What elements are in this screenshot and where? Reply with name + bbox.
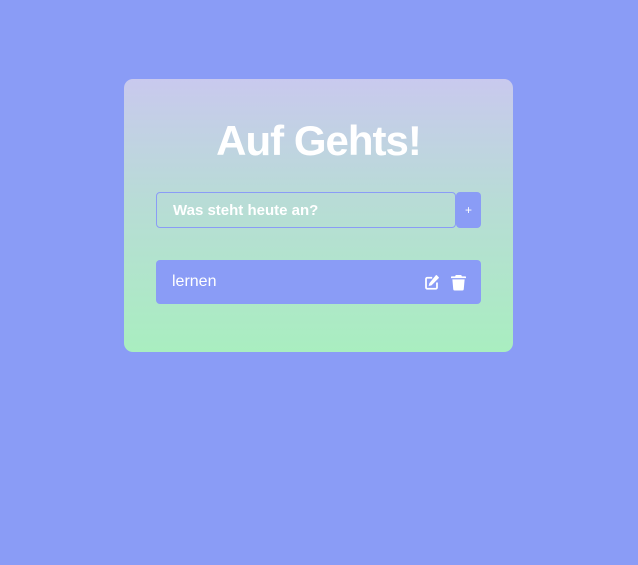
add-task-button[interactable]: + <box>456 192 481 228</box>
todo-card: Auf Gehts! + lernen <box>124 79 513 352</box>
todo-actions <box>423 260 467 304</box>
todo-form: + <box>156 192 481 228</box>
edit-icon[interactable] <box>423 274 440 291</box>
trash-icon[interactable] <box>450 274 467 291</box>
app-title: Auf Gehts! <box>216 117 422 164</box>
todo-text: lernen <box>172 273 217 290</box>
todo-item: lernen <box>156 260 481 304</box>
task-input[interactable] <box>156 192 456 228</box>
